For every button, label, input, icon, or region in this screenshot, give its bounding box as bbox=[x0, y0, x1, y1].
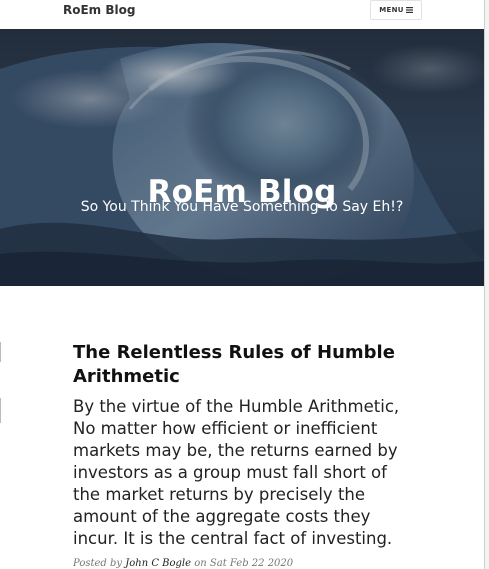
menu-button-label: MENU bbox=[379, 6, 404, 14]
post-title-link[interactable]: The Relentless Rules of Humble Arithmeti… bbox=[73, 341, 413, 389]
left-border-mark bbox=[0, 342, 1, 362]
post-meta: Posted by John C Bogle on Sat Feb 22 202… bbox=[73, 558, 293, 569]
navbar-brand[interactable]: RoEm Blog bbox=[63, 3, 135, 17]
site-subtitle: So You Think You Have Something To Say E… bbox=[80, 199, 404, 215]
left-border-mark bbox=[0, 398, 1, 423]
header-background-image bbox=[0, 29, 484, 286]
menu-button[interactable]: MENU bbox=[370, 0, 422, 20]
browser-viewport: RoEm Blog MENU RoEm Blog So You Think Yo… bbox=[0, 0, 489, 569]
post-subtitle: By the virtue of the Humble Arithmetic, … bbox=[73, 397, 400, 548]
hamburger-icon bbox=[405, 7, 413, 13]
post-date: Sat Feb 22 2020 bbox=[209, 558, 294, 569]
right-scroll-edge[interactable] bbox=[484, 0, 489, 569]
masthead: RoEm Blog So You Think You Have Somethin… bbox=[0, 29, 484, 286]
post-meta-prefix: Posted by bbox=[73, 558, 123, 569]
post-author-link[interactable]: John C Bogle bbox=[125, 558, 191, 569]
post-meta-date-prefix: on bbox=[194, 558, 207, 569]
navbar: RoEm Blog MENU bbox=[0, 0, 486, 26]
